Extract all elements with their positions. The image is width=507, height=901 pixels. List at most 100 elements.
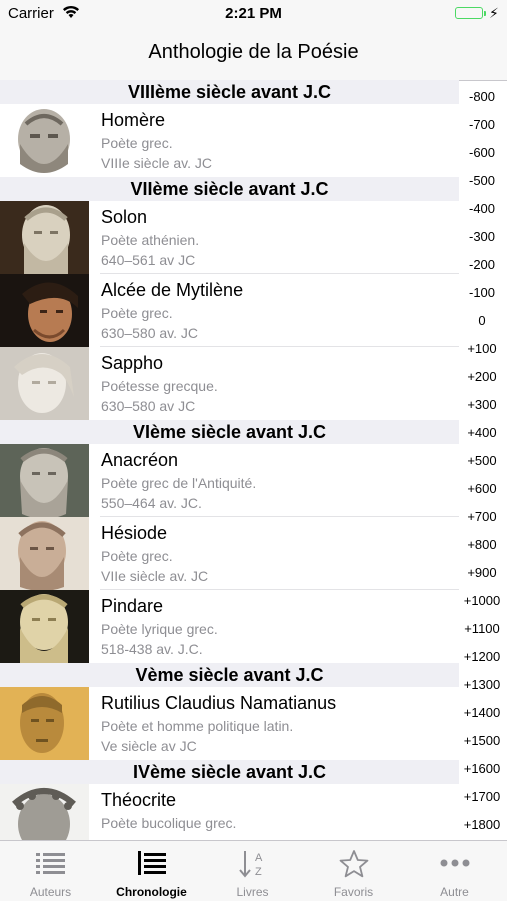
index-item[interactable]: -400 bbox=[459, 201, 505, 216]
index-item[interactable]: +400 bbox=[459, 425, 505, 440]
clock: 2:21 PM bbox=[225, 5, 282, 22]
poet-description: Poète grec. bbox=[101, 135, 173, 151]
more-icon bbox=[404, 849, 505, 879]
poet-list[interactable]: VIIIème siècle avant J.C Homère Poète gr… bbox=[0, 80, 459, 840]
index-item[interactable]: +300 bbox=[459, 397, 505, 412]
index-item[interactable]: +1200 bbox=[459, 649, 505, 664]
list-item[interactable]: Sappho Poétesse grecque. 630–580 av JC bbox=[0, 347, 459, 420]
index-item[interactable]: +200 bbox=[459, 369, 505, 384]
list-item[interactable]: Rutilius Claudius Namatianus Poète et ho… bbox=[0, 687, 459, 760]
index-item[interactable]: -600 bbox=[459, 145, 505, 160]
poet-name: Alcée de Mytilène bbox=[101, 280, 244, 300]
tab-autre[interactable]: Autre bbox=[404, 841, 505, 901]
poet-description: Poète grec. bbox=[101, 548, 173, 564]
poet-dates: 630–580 av. JC bbox=[101, 325, 199, 341]
index-item[interactable]: +100 bbox=[459, 341, 505, 356]
poet-description: Poète bucolique grec. bbox=[101, 815, 237, 831]
section-header: Vème siècle avant J.C bbox=[0, 663, 459, 687]
index-item[interactable]: +1400 bbox=[459, 705, 505, 720]
alcaeus-portrait bbox=[0, 274, 89, 347]
svg-text:A: A bbox=[255, 852, 263, 864]
poet-description: Poète grec. bbox=[101, 305, 173, 321]
poet-name: Solon bbox=[101, 207, 148, 227]
poet-name: Pindare bbox=[101, 596, 164, 616]
page-title: Anthologie de la Poésie bbox=[148, 41, 359, 63]
tab-bar: Auteurs Chronologie A Z Livres Favoris A… bbox=[0, 840, 507, 901]
tab-label: Auteurs bbox=[29, 885, 72, 899]
tab-label: Livres bbox=[236, 885, 269, 899]
poet-name: Anacréon bbox=[101, 450, 179, 470]
section-header: VIème siècle avant J.C bbox=[0, 420, 459, 444]
navigation-bar: Anthologie de la Poésie bbox=[0, 28, 507, 81]
tab-chronologie[interactable]: Chronologie bbox=[101, 841, 202, 901]
index-item[interactable]: +1600 bbox=[459, 761, 505, 776]
section-header: IVème siècle avant J.C bbox=[0, 760, 459, 784]
poet-description: Poète lyrique grec. bbox=[101, 621, 218, 637]
index-item[interactable]: +1800 bbox=[459, 817, 505, 832]
poet-dates: 640–561 av JC bbox=[101, 252, 196, 268]
poet-name: Hésiode bbox=[101, 523, 168, 543]
poet-dates: 518-438 av. J.C. bbox=[101, 641, 203, 657]
poet-name: Homère bbox=[101, 110, 166, 130]
index-item[interactable]: +1700 bbox=[459, 789, 505, 804]
list-item[interactable]: Homère Poète grec. VIIIe siècle av. JC bbox=[0, 104, 459, 177]
list-item[interactable]: Pindare Poète lyrique grec. 518-438 av. … bbox=[0, 590, 459, 663]
list-item[interactable]: Anacréon Poète grec de l'Antiquité. 550–… bbox=[0, 444, 459, 517]
homer-portrait bbox=[0, 104, 89, 177]
hesiod-portrait bbox=[0, 517, 89, 590]
tab-label: Chronologie bbox=[116, 885, 187, 899]
section-header: VIIème siècle avant J.C bbox=[0, 177, 459, 201]
index-item[interactable]: -100 bbox=[459, 285, 505, 300]
tab-favoris[interactable]: Favoris bbox=[303, 841, 404, 901]
index-item[interactable]: -300 bbox=[459, 229, 505, 244]
index-item[interactable]: +800 bbox=[459, 537, 505, 552]
poet-dates: 630–580 av JC bbox=[101, 398, 196, 414]
poet-name: Rutilius Claudius Namatianus bbox=[101, 693, 337, 713]
poet-dates: VIIe siècle av. JC bbox=[101, 568, 209, 584]
index-item[interactable]: +1100 bbox=[459, 621, 505, 636]
list-item[interactable]: Solon Poète athénien. 640–561 av JC bbox=[0, 201, 459, 274]
anacreon-portrait bbox=[0, 444, 89, 517]
section-header: VIIIème siècle avant J.C bbox=[0, 80, 459, 104]
index-item[interactable]: +1500 bbox=[459, 733, 505, 748]
svg-text:Z: Z bbox=[255, 866, 262, 878]
poet-dates: VIIIe siècle av. JC bbox=[101, 155, 213, 171]
sappho-portrait bbox=[0, 347, 89, 420]
index-item[interactable]: -700 bbox=[459, 117, 505, 132]
index-item[interactable]: -200 bbox=[459, 257, 505, 272]
list-icon bbox=[0, 849, 101, 879]
index-item[interactable]: +1300 bbox=[459, 677, 505, 692]
star-icon bbox=[303, 849, 404, 879]
century-index[interactable]: -800 -700 -600 -500 -400 -300 -200 -100 … bbox=[459, 84, 507, 840]
poet-description: Poète athénien. bbox=[101, 232, 200, 248]
poet-description: Poétesse grecque. bbox=[101, 378, 218, 394]
index-item[interactable]: +700 bbox=[459, 509, 505, 524]
rutilius-portrait bbox=[0, 687, 89, 760]
charging-icon: ⚡ bbox=[489, 5, 499, 21]
poet-dates: Ve siècle av JC bbox=[101, 738, 197, 754]
sort-az-icon: A Z bbox=[202, 849, 303, 879]
solon-portrait bbox=[0, 201, 89, 274]
list-item[interactable]: Hésiode Poète grec. VIIe siècle av. JC bbox=[0, 517, 459, 590]
poet-name: Sappho bbox=[101, 353, 164, 373]
timeline-icon bbox=[101, 849, 202, 879]
poet-dates: 550–464 av. JC. bbox=[101, 495, 202, 511]
index-item[interactable]: -800 bbox=[459, 89, 505, 104]
tab-auteurs[interactable]: Auteurs bbox=[0, 841, 101, 901]
poet-description: Poète grec de l'Antiquité. bbox=[101, 475, 257, 491]
tab-livres[interactable]: A Z Livres bbox=[202, 841, 303, 901]
index-item[interactable]: +900 bbox=[459, 565, 505, 580]
list-item[interactable]: Alcée de Mytilène Poète grec. 630–580 av… bbox=[0, 274, 459, 347]
index-item[interactable]: +500 bbox=[459, 453, 505, 468]
tab-label: Favoris bbox=[333, 885, 374, 899]
tab-label: Autre bbox=[440, 885, 469, 899]
index-item[interactable]: +600 bbox=[459, 481, 505, 496]
poet-description: Poète et homme politique latin. bbox=[101, 718, 294, 734]
battery-icon: ⚡ bbox=[455, 5, 499, 22]
list-item[interactable]: Théocrite Poète bucolique grec. bbox=[0, 784, 459, 840]
pindar-portrait bbox=[0, 590, 89, 663]
index-item[interactable]: -500 bbox=[459, 173, 505, 188]
poet-name: Théocrite bbox=[101, 790, 177, 810]
index-item[interactable]: +1000 bbox=[459, 593, 505, 608]
index-item[interactable]: 0 bbox=[459, 313, 505, 328]
